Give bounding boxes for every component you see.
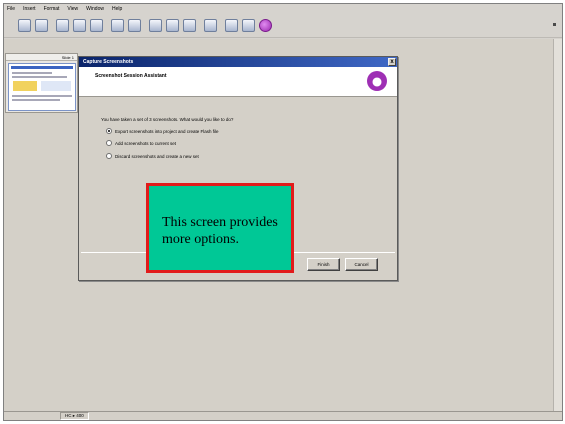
toolbar (4, 14, 562, 38)
option-discard-screenshots[interactable]: Discard screenshots and create a new set (106, 153, 199, 159)
status-bar: HC ▸ 400 (4, 411, 562, 420)
image-icon[interactable] (166, 19, 179, 32)
cut-icon[interactable] (56, 19, 69, 32)
thumbnail-line (12, 72, 52, 74)
capture-icon[interactable] (183, 19, 196, 32)
radio-selected-icon[interactable] (106, 128, 112, 134)
close-icon[interactable]: x (388, 58, 396, 66)
thumbnail-block (13, 81, 37, 91)
logo-icon[interactable] (259, 19, 272, 32)
slide-thumbnail-panel: Slide 1 (5, 53, 78, 113)
cancel-button[interactable]: Cancel (345, 258, 378, 271)
preview-icon[interactable] (225, 19, 238, 32)
save-icon[interactable] (35, 19, 48, 32)
redo-icon[interactable] (128, 19, 141, 32)
thumbnail-block (41, 81, 71, 91)
dialog-heading: Screenshot Session Assistant (95, 73, 167, 79)
paste-icon[interactable] (90, 19, 103, 32)
finish-button[interactable]: Finish (307, 258, 340, 271)
slide-icon[interactable] (149, 19, 162, 32)
option-export-screenshots[interactable]: Export screenshots into project and crea… (106, 128, 219, 134)
caption-text: This screen provides more options. (162, 215, 278, 247)
menu-view[interactable]: View (67, 6, 78, 12)
option-add-screenshots[interactable]: Add screenshots to current set (106, 140, 176, 146)
slide-thumbnail[interactable] (8, 63, 76, 111)
thumbnail-line (12, 95, 72, 97)
menu-window[interactable]: Window (86, 6, 104, 12)
caption-box: This screen provides more options. (146, 183, 294, 273)
copy-icon[interactable] (73, 19, 86, 32)
menu-insert[interactable]: Insert (23, 6, 36, 12)
dialog-header: Screenshot Session Assistant (79, 67, 397, 97)
publish-icon[interactable] (242, 19, 255, 32)
vertical-scrollbar[interactable] (553, 39, 562, 413)
zoom-indicator: HC ▸ 400 (60, 412, 89, 420)
thumbnail-titlebar (11, 66, 73, 69)
toolbar-grip-icon (553, 23, 556, 26)
menu-help[interactable]: Help (112, 6, 122, 12)
thumbnail-line (12, 99, 60, 101)
menu-bar: File Insert Format View Window Help (4, 4, 562, 13)
dialog-title: Capture Screenshots (79, 57, 397, 67)
brand-logo-icon (367, 71, 387, 91)
new-icon[interactable] (18, 19, 31, 32)
option-label: Export screenshots into project and crea… (115, 128, 219, 134)
option-label: Add screenshots to current set (115, 140, 177, 146)
menu-file[interactable]: File (7, 6, 15, 12)
print-icon[interactable] (204, 19, 217, 32)
radio-icon[interactable] (106, 140, 112, 146)
thumbnail-line (12, 76, 67, 78)
undo-icon[interactable] (111, 19, 124, 32)
option-label: Discard screenshots and create a new set (115, 153, 199, 159)
thumbnail-header: Slide 1 (6, 54, 77, 61)
radio-icon[interactable] (106, 153, 112, 159)
menu-format[interactable]: Format (44, 6, 60, 12)
dialog-prompt: You have taken a set of 3 screenshots. W… (101, 117, 234, 122)
